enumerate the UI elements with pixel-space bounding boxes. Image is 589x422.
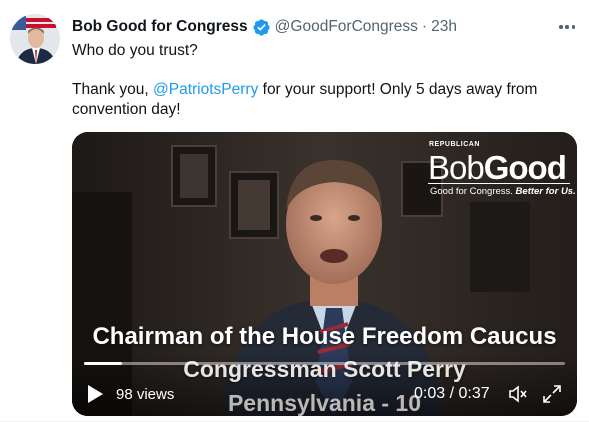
view-count: 98 views — [116, 386, 175, 403]
tweet-header: Bob Good for Congress @GoodForCongress ·… — [72, 16, 457, 38]
tweet[interactable]: Bob Good for Congress @GoodForCongress ·… — [0, 0, 589, 422]
logo-tagline-plain: Good for Congress. — [430, 186, 516, 197]
tweet-text: Who do you trust? Thank you, @PatriotsPe… — [72, 41, 572, 120]
fullscreen-expand-icon[interactable] — [542, 384, 562, 404]
mention-link[interactable]: @PatriotsPerry — [153, 81, 258, 98]
logo-wordmark: BobGood — [428, 149, 567, 186]
tweet-line-2-prefix: Thank you, — [72, 81, 153, 98]
volume-muted-icon[interactable] — [508, 384, 528, 404]
tweet-line-3: convention day! — [72, 101, 181, 118]
author-avatar[interactable] — [10, 14, 60, 64]
logo-good: Good — [483, 149, 567, 186]
header-separator: · — [421, 18, 428, 35]
logo-divider — [428, 183, 570, 184]
tweet-timestamp[interactable]: 23h — [431, 18, 457, 36]
tweet-line-2: Thank you, @PatriotsPerry for your suppo… — [72, 80, 572, 100]
author-name[interactable]: Bob Good for Congress — [72, 18, 248, 36]
logo-small-text: REPUBLICAN — [429, 141, 480, 148]
play-icon[interactable] — [86, 384, 104, 404]
more-options-icon[interactable] — [556, 18, 578, 36]
video-caption-name: Congressman Scott Perry — [183, 356, 466, 382]
tweet-line-1: Who do you trust? — [72, 42, 198, 59]
video-player[interactable]: REPUBLICAN BobGood Good for Congress. Be… — [72, 132, 577, 416]
logo-tagline: Good for Congress. Better for Us. — [430, 186, 576, 197]
video-progress-bar[interactable] — [84, 362, 565, 365]
video-progress-fill — [84, 362, 123, 365]
tweet-line-2-suffix: for your support! Only 5 days away from — [258, 81, 538, 98]
video-time: 0:03 / 0:37 — [414, 385, 490, 402]
video-caption-title: Chairman of the House Freedom Caucus — [92, 323, 557, 350]
author-handle[interactable]: @GoodForCongress — [275, 18, 418, 36]
logo-bob: Bob — [428, 149, 485, 186]
verified-badge-icon — [252, 18, 271, 37]
campaign-logo: REPUBLICAN BobGood Good for Congress. Be… — [426, 138, 576, 198]
logo-tagline-bold: Better for Us. — [515, 186, 576, 197]
